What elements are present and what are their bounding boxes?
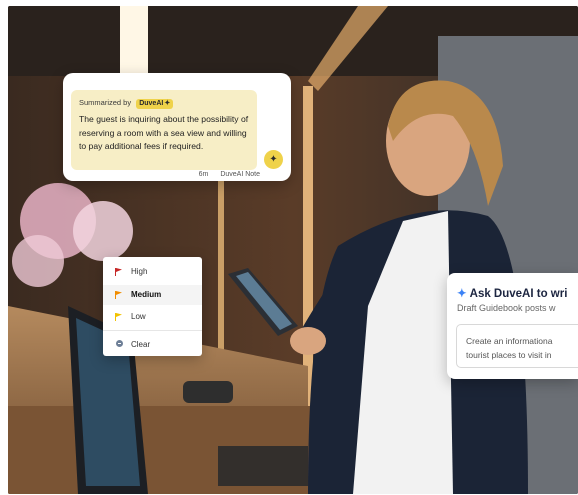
flag-icon	[115, 291, 122, 299]
summary-note-card: Summarized by DuveAI✦ The guest is inqui…	[63, 73, 291, 181]
screenshot-stage: Summarized by DuveAI✦ The guest is inqui…	[0, 0, 578, 495]
sparkle-icon: ✦	[269, 154, 278, 165]
flag-icon	[115, 313, 122, 321]
summarized-by-label: Summarized by	[79, 98, 132, 107]
priority-option-label: High	[131, 267, 148, 276]
duveai-chip-label: DuveAI	[139, 100, 164, 107]
note-time-ago: 6m	[198, 171, 209, 178]
ask-duveai-subtitle: Draft Guidebook posts w	[457, 303, 556, 313]
summary-note-header: Summarized by DuveAI✦	[79, 98, 249, 110]
priority-option-high[interactable]: High	[103, 262, 202, 282]
ask-duveai-title: ✦ Ask DuveAI to wri	[457, 286, 567, 300]
summary-note-meta: 6m DuveAI Note	[199, 171, 260, 178]
priority-option-label: Medium	[131, 290, 162, 299]
minus-circle-icon	[116, 340, 123, 347]
priority-option-label: Low	[131, 312, 146, 321]
summary-note-text: The guest is inquiring about the possibi…	[79, 114, 249, 152]
prompt-line-2: tourist places to visit in	[466, 350, 552, 360]
ask-duveai-title-text: Ask DuveAI to wri	[469, 288, 568, 300]
sparkle-icon: ✦	[457, 288, 467, 300]
sparkle-action-button[interactable]: ✦	[264, 150, 283, 169]
prompt-line-1: Create an informationa	[466, 336, 553, 346]
sparkle-icon: ✦	[164, 100, 171, 107]
flag-icon	[115, 268, 122, 276]
ask-duveai-prompt-input[interactable]: Create an informationa tourist places to…	[456, 324, 578, 368]
duveai-chip: DuveAI✦	[136, 99, 174, 109]
ask-duveai-card: ✦ Ask DuveAI to wri Draft Guidebook posts…	[447, 273, 578, 379]
note-type-label: DuveAI Note	[220, 171, 260, 178]
summary-note-content: Summarized by DuveAI✦ The guest is inqui…	[71, 90, 257, 170]
ask-duveai-prompt-text: Create an informationa tourist places to…	[466, 334, 552, 362]
priority-option-low[interactable]: Low	[103, 307, 202, 327]
priority-clear-option[interactable]: Clear	[103, 335, 202, 355]
priority-option-medium[interactable]: Medium	[103, 285, 202, 305]
clear-label: Clear	[131, 340, 151, 349]
menu-divider	[103, 330, 202, 331]
priority-menu: High Medium Low Clear	[103, 257, 202, 356]
